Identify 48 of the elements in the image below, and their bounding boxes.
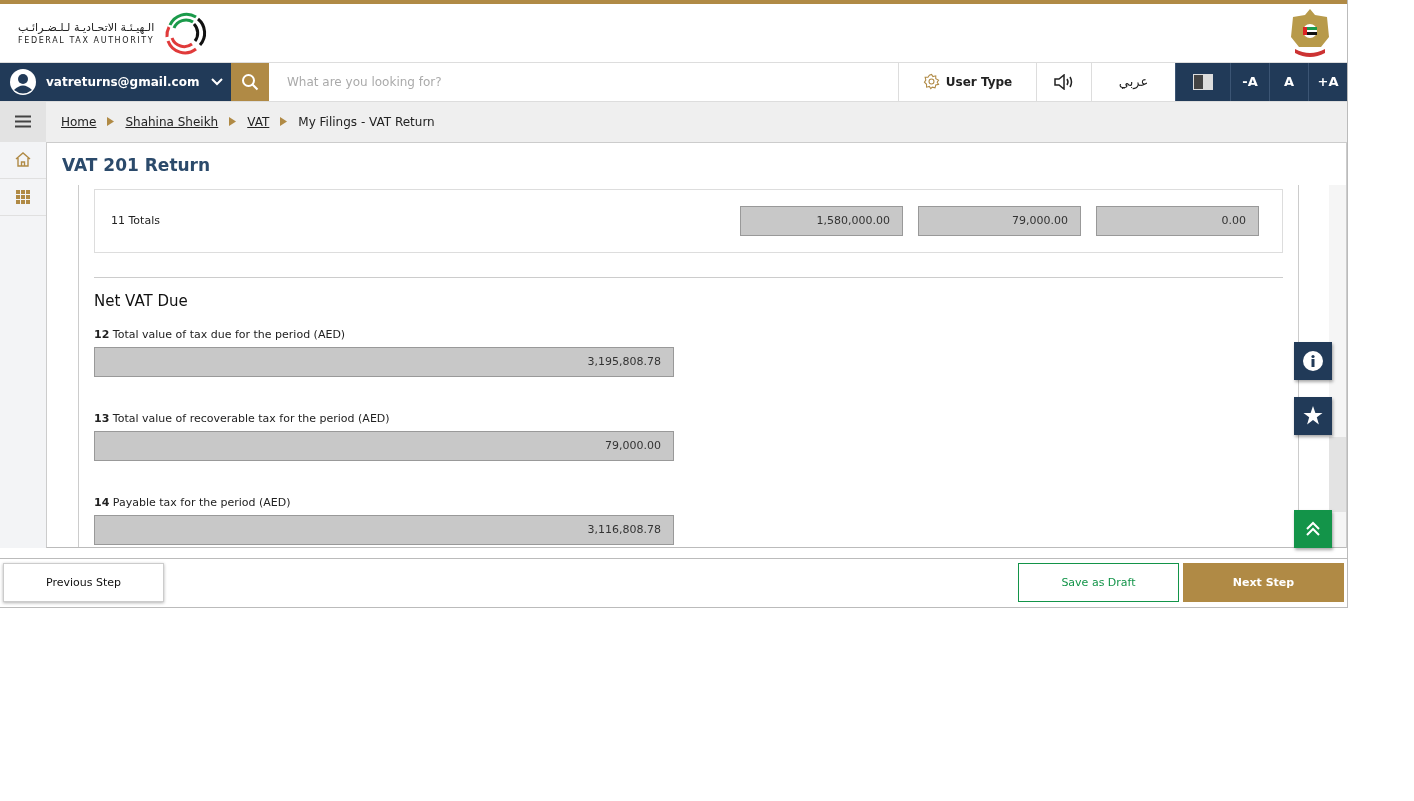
menu-icon (15, 115, 31, 129)
star-icon (1303, 406, 1323, 426)
amount-field[interactable]: 3,195,808.78 (94, 346, 674, 377)
amount-field[interactable]: 3,116,808.78 (94, 514, 674, 545)
search-icon (241, 72, 259, 91)
page-title: VAT 201 Return (62, 154, 212, 177)
contrast-button[interactable] (1175, 63, 1230, 101)
avatar-icon (10, 68, 36, 95)
save-draft-button[interactable]: Save as Draft (1018, 563, 1179, 603)
total-field[interactable]: 79,000.00 (918, 205, 1081, 236)
user-menu[interactable]: vatreturns@gmail.com (0, 63, 231, 101)
breadcrumb-link[interactable]: Home (61, 114, 97, 129)
favorite-button[interactable] (1294, 396, 1332, 435)
logo-text: FEDERAL TAX AUTHORITY (18, 36, 155, 45)
contrast-icon (1193, 73, 1213, 90)
previous-step-button[interactable]: Previous Step (3, 563, 164, 603)
font-size-button[interactable]: A (1269, 63, 1308, 101)
double-chevron-up-icon (1305, 520, 1321, 537)
gear-icon (922, 73, 940, 91)
logo-arabic-text: الـهيـئـة الاتحـاديـة لـلـضـرائـب (18, 21, 155, 33)
scrollbar-thumb[interactable] (1329, 436, 1346, 512)
scroll-top-button[interactable] (1294, 509, 1332, 548)
info-icon (1302, 349, 1324, 372)
chevron-down-icon (211, 77, 223, 86)
total-field[interactable]: 1,580,000.00 (740, 205, 903, 236)
breadcrumb-current: My Filings - VAT Return (298, 114, 435, 129)
field-label: 14 Payable tax for the period (AED) (94, 495, 292, 509)
font-size-button[interactable]: -A (1230, 63, 1269, 101)
section-heading: Net VAT Due (94, 291, 189, 310)
breadcrumb-link[interactable]: VAT (247, 114, 270, 129)
info-button[interactable] (1294, 341, 1332, 380)
field-label: 12 Total value of tax due for the period (AED) (94, 327, 347, 341)
field-label: 13 Total value of recoverable tax for the period (AED) (94, 411, 391, 425)
scrollbar[interactable] (1329, 184, 1346, 547)
grid-icon (16, 189, 30, 204)
breadcrumb-arrow-icon (107, 117, 115, 127)
menu-button[interactable] (0, 101, 46, 142)
home-icon (15, 152, 31, 168)
breadcrumb-arrow-icon (229, 117, 237, 127)
font-size-button[interactable]: +A (1308, 63, 1347, 101)
search-button[interactable] (231, 63, 269, 101)
emblem-icon (1289, 7, 1331, 59)
total-field[interactable]: 0.00 (1096, 205, 1259, 236)
speaker-icon (1053, 73, 1075, 90)
totals-label: 11 Totals (111, 214, 161, 228)
breadcrumb-link[interactable]: Shahina Sheikh (125, 114, 219, 129)
breadcrumb-arrow-icon (280, 117, 288, 127)
amount-field[interactable]: 79,000.00 (94, 430, 674, 461)
